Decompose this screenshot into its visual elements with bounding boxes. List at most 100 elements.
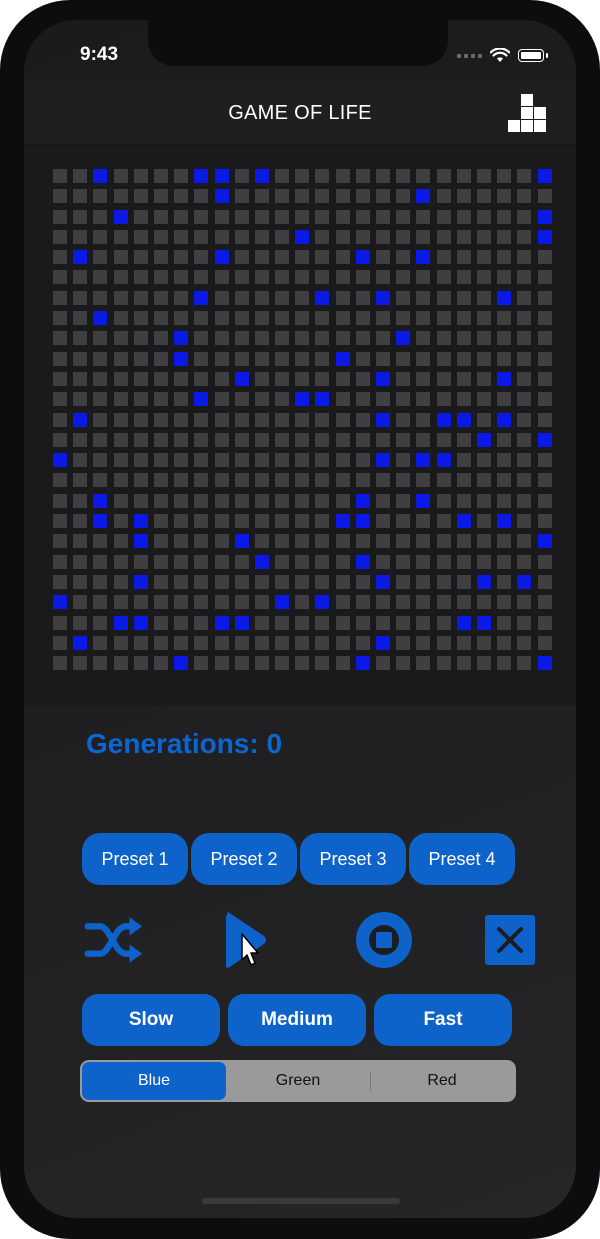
cell-dead[interactable] (214, 554, 229, 569)
cell-dead[interactable] (73, 270, 88, 285)
cell-dead[interactable] (476, 311, 491, 326)
cell-alive[interactable] (335, 514, 350, 529)
cell-dead[interactable] (194, 534, 209, 549)
cell-dead[interactable] (153, 554, 168, 569)
cell-alive[interactable] (93, 311, 108, 326)
cell-dead[interactable] (194, 189, 209, 204)
cell-dead[interactable] (436, 574, 451, 589)
cell-dead[interactable] (436, 209, 451, 224)
cell-dead[interactable] (456, 656, 471, 671)
cell-dead[interactable] (113, 656, 128, 671)
cell-dead[interactable] (436, 250, 451, 265)
cell-dead[interactable] (53, 392, 67, 407)
cell-dead[interactable] (234, 514, 249, 529)
cell-dead[interactable] (295, 270, 310, 285)
cell-dead[interactable] (476, 270, 491, 285)
cell-dead[interactable] (335, 615, 350, 630)
cell-dead[interactable] (53, 534, 67, 549)
cell-dead[interactable] (497, 229, 512, 244)
cell-dead[interactable] (517, 534, 532, 549)
cell-alive[interactable] (53, 453, 67, 468)
cell-alive[interactable] (254, 169, 269, 183)
cell-dead[interactable] (436, 290, 451, 305)
play-button[interactable] (216, 910, 276, 970)
cell-dead[interactable] (53, 351, 67, 366)
cell-dead[interactable] (234, 554, 249, 569)
cell-dead[interactable] (355, 574, 370, 589)
cell-dead[interactable] (73, 473, 88, 488)
cell-dead[interactable] (133, 453, 148, 468)
cell-dead[interactable] (53, 270, 67, 285)
cell-dead[interactable] (416, 331, 431, 346)
cell-alive[interactable] (133, 514, 148, 529)
cell-dead[interactable] (335, 574, 350, 589)
cell-dead[interactable] (174, 473, 189, 488)
cell-dead[interactable] (113, 250, 128, 265)
cell-dead[interactable] (396, 371, 411, 386)
cell-dead[interactable] (376, 331, 390, 346)
cell-dead[interactable] (73, 514, 88, 529)
cell-dead[interactable] (416, 392, 431, 407)
cell-dead[interactable] (214, 290, 229, 305)
cell-dead[interactable] (53, 514, 67, 529)
cell-alive[interactable] (355, 656, 370, 671)
cell-alive[interactable] (396, 331, 411, 346)
cell-dead[interactable] (174, 412, 189, 427)
cell-dead[interactable] (537, 514, 552, 529)
cell-dead[interactable] (517, 351, 532, 366)
cell-dead[interactable] (497, 473, 512, 488)
cell-dead[interactable] (194, 635, 209, 650)
cell-alive[interactable] (456, 412, 471, 427)
cell-dead[interactable] (537, 453, 552, 468)
cell-dead[interactable] (153, 392, 168, 407)
cell-dead[interactable] (436, 311, 451, 326)
cell-dead[interactable] (133, 351, 148, 366)
cell-dead[interactable] (133, 371, 148, 386)
cell-dead[interactable] (416, 432, 431, 447)
cell-dead[interactable] (335, 311, 350, 326)
cell-dead[interactable] (194, 432, 209, 447)
cell-dead[interactable] (93, 209, 108, 224)
cell-alive[interactable] (234, 371, 249, 386)
cell-dead[interactable] (497, 635, 512, 650)
cell-dead[interactable] (396, 534, 411, 549)
cell-dead[interactable] (476, 331, 491, 346)
cell-dead[interactable] (153, 635, 168, 650)
cell-dead[interactable] (355, 534, 370, 549)
cell-dead[interactable] (93, 189, 108, 204)
cell-dead[interactable] (93, 371, 108, 386)
cell-dead[interactable] (174, 189, 189, 204)
cell-dead[interactable] (295, 514, 310, 529)
cell-dead[interactable] (53, 615, 67, 630)
cell-dead[interactable] (497, 331, 512, 346)
cell-dead[interactable] (517, 635, 532, 650)
cell-dead[interactable] (295, 169, 310, 183)
cell-dead[interactable] (476, 412, 491, 427)
cell-dead[interactable] (254, 250, 269, 265)
cell-dead[interactable] (234, 493, 249, 508)
cell-dead[interactable] (436, 514, 451, 529)
cell-alive[interactable] (214, 250, 229, 265)
cell-dead[interactable] (275, 371, 290, 386)
cell-dead[interactable] (476, 473, 491, 488)
cell-dead[interactable] (194, 229, 209, 244)
cell-dead[interactable] (194, 493, 209, 508)
cell-dead[interactable] (476, 493, 491, 508)
cell-alive[interactable] (295, 392, 310, 407)
cell-dead[interactable] (436, 595, 451, 610)
cell-dead[interactable] (194, 412, 209, 427)
cell-dead[interactable] (396, 351, 411, 366)
cell-dead[interactable] (396, 554, 411, 569)
cell-dead[interactable] (396, 473, 411, 488)
cell-dead[interactable] (53, 311, 67, 326)
cell-dead[interactable] (456, 371, 471, 386)
cell-dead[interactable] (355, 331, 370, 346)
cell-dead[interactable] (254, 453, 269, 468)
cell-dead[interactable] (456, 493, 471, 508)
cell-dead[interactable] (315, 371, 330, 386)
cell-dead[interactable] (93, 656, 108, 671)
cell-dead[interactable] (214, 534, 229, 549)
cell-dead[interactable] (113, 169, 128, 183)
cell-dead[interactable] (456, 534, 471, 549)
cell-dead[interactable] (476, 656, 491, 671)
